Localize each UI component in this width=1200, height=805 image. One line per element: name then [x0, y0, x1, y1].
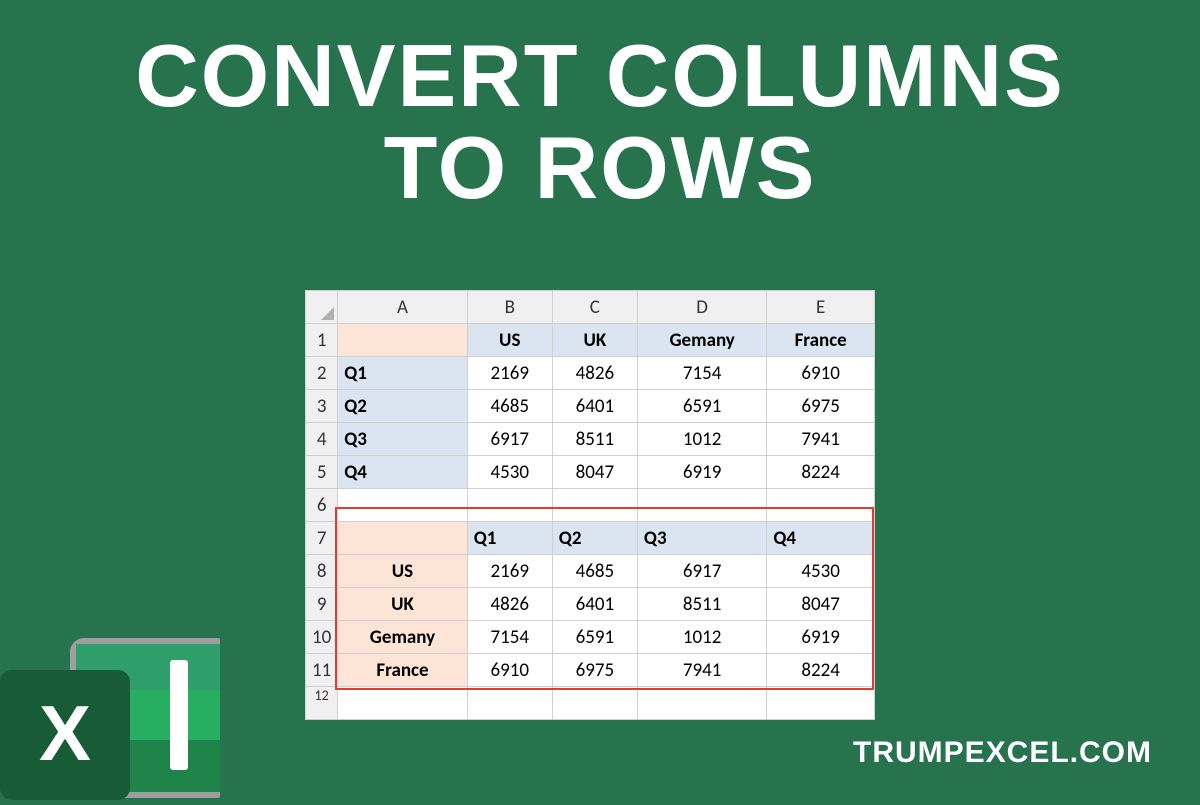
cell[interactable]: 8511 [637, 588, 766, 621]
page-title: CONVERT COLUMNS TO ROWS [0, 0, 1200, 215]
cell[interactable]: 8047 [767, 588, 875, 621]
cell[interactable]: 8511 [552, 423, 637, 456]
cell[interactable]: Q3 [637, 522, 766, 555]
cell[interactable]: 8047 [552, 456, 637, 489]
cell[interactable]: 4530 [767, 555, 875, 588]
table-row: 12 [306, 687, 875, 720]
row-header[interactable]: 12 [306, 687, 338, 720]
spreadsheet: A B C D E 1 US UK Gemany France 2 Q1 216… [305, 290, 875, 720]
cell[interactable] [338, 324, 467, 357]
cell[interactable]: UK [552, 324, 637, 357]
table-row: 5 Q4 4530 8047 6919 8224 [306, 456, 875, 489]
cell[interactable]: France [767, 324, 875, 357]
cell[interactable]: Q1 [467, 522, 552, 555]
cell[interactable]: Q2 [338, 390, 467, 423]
cell[interactable]: Q4 [338, 456, 467, 489]
cell[interactable]: 4826 [467, 588, 552, 621]
cell[interactable] [338, 522, 467, 555]
col-header-a[interactable]: A [338, 291, 467, 324]
cell[interactable]: 4826 [552, 357, 637, 390]
column-header-row: A B C D E [306, 291, 875, 324]
svg-text:X: X [39, 689, 91, 777]
cell[interactable] [637, 687, 766, 720]
row-header[interactable]: 4 [306, 423, 338, 456]
cell[interactable]: 6591 [552, 621, 637, 654]
cell[interactable] [552, 687, 637, 720]
row-header[interactable]: 7 [306, 522, 338, 555]
table-row: 8 US 2169 4685 6917 4530 [306, 555, 875, 588]
cell[interactable]: 2169 [467, 357, 552, 390]
cell[interactable]: 1012 [637, 423, 766, 456]
spreadsheet-container: A B C D E 1 US UK Gemany France 2 Q1 216… [305, 290, 875, 720]
cell[interactable]: 6910 [767, 357, 875, 390]
cell[interactable] [338, 489, 467, 522]
table-row: 11 France 6910 6975 7941 8224 [306, 654, 875, 687]
col-header-c[interactable]: C [552, 291, 637, 324]
row-header[interactable]: 9 [306, 588, 338, 621]
cell[interactable]: UK [338, 588, 467, 621]
footer-brand: TRUMPEXCEL.COM [853, 736, 1152, 770]
row-header[interactable]: 5 [306, 456, 338, 489]
cell[interactable]: 6910 [467, 654, 552, 687]
cell[interactable]: France [338, 654, 467, 687]
table-row: 3 Q2 4685 6401 6591 6975 [306, 390, 875, 423]
cell[interactable]: 6591 [637, 390, 766, 423]
cell[interactable]: 1012 [637, 621, 766, 654]
col-header-b[interactable]: B [467, 291, 552, 324]
cell[interactable]: Q2 [552, 522, 637, 555]
title-line-2: TO ROWS [0, 122, 1200, 214]
cell[interactable]: Gemany [637, 324, 766, 357]
table-row: 6 [306, 489, 875, 522]
cell[interactable]: Gemany [338, 621, 467, 654]
cell[interactable]: 6919 [637, 456, 766, 489]
cell[interactable] [467, 687, 552, 720]
table-row: 9 UK 4826 6401 8511 8047 [306, 588, 875, 621]
cell[interactable]: 4530 [467, 456, 552, 489]
cell[interactable] [767, 489, 875, 522]
cell[interactable]: 8224 [767, 456, 875, 489]
row-header[interactable]: 3 [306, 390, 338, 423]
cell[interactable]: Q3 [338, 423, 467, 456]
cell[interactable] [767, 687, 875, 720]
row-header[interactable]: 6 [306, 489, 338, 522]
table-row: 1 US UK Gemany France [306, 324, 875, 357]
cell[interactable]: 7154 [637, 357, 766, 390]
title-line-1: CONVERT COLUMNS [0, 30, 1200, 122]
select-all-corner[interactable] [306, 291, 338, 324]
cell[interactable]: 6919 [767, 621, 875, 654]
cell[interactable]: 7941 [767, 423, 875, 456]
cell[interactable]: US [467, 324, 552, 357]
cell[interactable]: 6917 [467, 423, 552, 456]
table-row: 10 Gemany 7154 6591 1012 6919 [306, 621, 875, 654]
row-header[interactable]: 11 [306, 654, 338, 687]
table-row: 4 Q3 6917 8511 1012 7941 [306, 423, 875, 456]
cell[interactable] [338, 687, 467, 720]
cell[interactable] [552, 489, 637, 522]
cell[interactable]: 8224 [767, 654, 875, 687]
cell[interactable]: Q4 [767, 522, 875, 555]
cell[interactable]: 7941 [637, 654, 766, 687]
row-header[interactable]: 2 [306, 357, 338, 390]
cell[interactable]: 6917 [637, 555, 766, 588]
cell[interactable]: US [338, 555, 467, 588]
cell[interactable]: 4685 [552, 555, 637, 588]
cell[interactable]: 4685 [467, 390, 552, 423]
row-header[interactable]: 8 [306, 555, 338, 588]
excel-icon: X [0, 620, 220, 800]
cell[interactable]: 2169 [467, 555, 552, 588]
cell[interactable]: 6975 [552, 654, 637, 687]
cell[interactable]: 6975 [767, 390, 875, 423]
table-row: 7 Q1 Q2 Q3 Q4 [306, 522, 875, 555]
table-row: 2 Q1 2169 4826 7154 6910 [306, 357, 875, 390]
cell[interactable]: 6401 [552, 390, 637, 423]
cell[interactable] [637, 489, 766, 522]
col-header-d[interactable]: D [637, 291, 766, 324]
col-header-e[interactable]: E [767, 291, 875, 324]
cell[interactable]: 7154 [467, 621, 552, 654]
cell[interactable] [467, 489, 552, 522]
row-header[interactable]: 1 [306, 324, 338, 357]
cell[interactable]: 6401 [552, 588, 637, 621]
cell[interactable]: Q1 [338, 357, 467, 390]
row-header[interactable]: 10 [306, 621, 338, 654]
